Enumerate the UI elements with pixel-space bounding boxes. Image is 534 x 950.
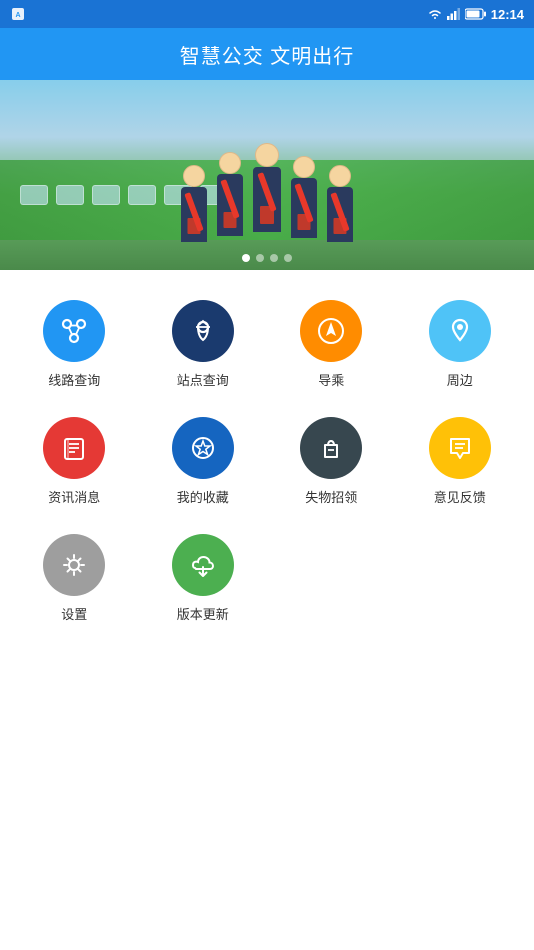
feedback-label: 意见反馈 [434,487,486,506]
person-body [327,187,353,242]
guide-label: 导乘 [318,370,344,389]
red-book [188,218,201,234]
favorites-label: 我的收藏 [177,487,229,506]
update-label: 版本更新 [177,604,229,623]
person-body [291,178,317,238]
red-book [298,214,311,230]
person-head [255,143,279,167]
dot-4[interactable] [284,254,292,262]
red-book [260,206,274,224]
lost-found-icon [314,431,348,465]
menu-item-route-query[interactable]: 线路查询 [10,290,139,399]
status-time: 12:14 [491,7,524,22]
station-query-icon-circle [172,300,234,362]
svg-text:A: A [15,12,20,19]
status-bar-left: A [10,6,26,22]
person-head [329,165,351,187]
person-head [293,156,315,178]
news-icon [57,431,91,465]
menu-item-lost-found[interactable]: 失物招领 [267,407,396,516]
update-icon [186,548,220,582]
news-icon-circle [43,417,105,479]
person-head [183,165,205,187]
status-bar: A 12:14 [0,0,534,28]
lost-found-icon-circle [300,417,362,479]
guide-icon-circle [300,300,362,362]
guide-icon [314,314,348,348]
menu-item-update[interactable]: 版本更新 [139,524,268,633]
person [181,165,207,242]
menu-item-settings[interactable]: 设置 [10,524,139,633]
person [217,152,243,236]
signal-icon [447,8,461,20]
feedback-icon-circle [429,417,491,479]
station-query-label: 站点查询 [177,370,229,389]
people-group [181,143,353,242]
settings-label: 设置 [61,604,87,623]
bus-window [56,185,84,205]
person-head [219,152,241,174]
menu-item-favorites[interactable]: 我的收藏 [139,407,268,516]
route-icon [57,314,91,348]
person-body [217,174,243,236]
bus-window [92,185,120,205]
person [253,143,281,232]
app-header: 智慧公交 文明出行 [0,28,534,80]
person [327,165,353,242]
banner-dots [242,254,292,262]
menu-item-station-query[interactable]: 站点查询 [139,290,268,399]
bus-window [128,185,156,205]
banner-scene [0,80,534,270]
banner[interactable] [0,80,534,270]
wifi-icon [427,8,443,20]
feedback-icon [443,431,477,465]
settings-icon [57,548,91,582]
sim-icon: A [10,6,26,22]
status-bar-right: 12:14 [427,7,524,22]
person [291,156,317,238]
dot-3[interactable] [270,254,278,262]
favorites-icon-circle [172,417,234,479]
bus-window [20,185,48,205]
lost-found-label: 失物招领 [305,487,357,506]
news-label: 资讯消息 [48,487,100,506]
menu-item-guide[interactable]: 导乘 [267,290,396,399]
person-body [253,167,281,232]
favorites-icon [186,431,220,465]
menu-item-feedback[interactable]: 意见反馈 [396,407,525,516]
header-title: 智慧公交 文明出行 [180,40,355,69]
menu-item-news[interactable]: 资讯消息 [10,407,139,516]
dot-2[interactable] [256,254,264,262]
nearby-icon-circle [429,300,491,362]
station-icon [186,314,220,348]
red-book [334,218,347,234]
update-icon-circle [172,534,234,596]
battery-icon [465,8,487,20]
person-body [181,187,207,242]
settings-icon-circle [43,534,105,596]
menu-grid: 线路查询 站点查询 导乘 [0,270,534,643]
dot-1[interactable] [242,254,250,262]
route-query-label: 线路查询 [48,370,100,389]
route-query-icon-circle [43,300,105,362]
nearby-label: 周边 [447,370,473,389]
nearby-icon [443,314,477,348]
red-book [224,212,237,228]
menu-item-nearby[interactable]: 周边 [396,290,525,399]
